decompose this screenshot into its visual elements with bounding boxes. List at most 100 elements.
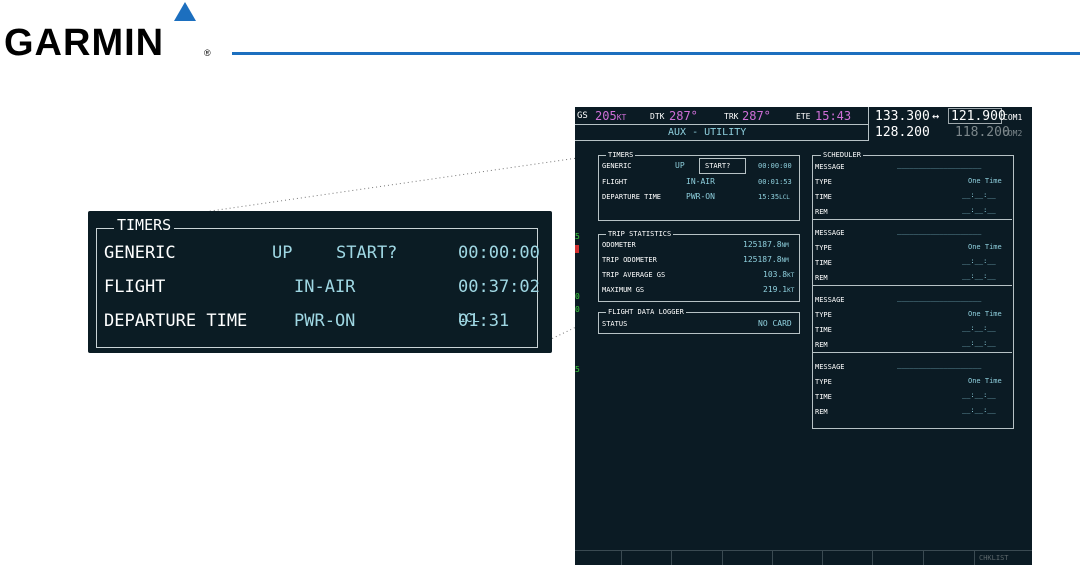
swap-arrow-icon[interactable]: ↔ <box>932 109 939 123</box>
topbar-divider <box>575 124 868 125</box>
com1-active[interactable]: 121.900 <box>951 109 1006 124</box>
sched1-message-value[interactable]: ____________________ <box>897 161 981 169</box>
trip-title: TRIP STATISTICS <box>606 230 674 238</box>
sched3-time-value[interactable]: __:__:__ <box>962 324 996 332</box>
sched2-type-label: TYPE <box>815 244 832 252</box>
softkey-checklist-label: CHKLIST <box>979 554 1009 562</box>
sched2-message-label: MESSAGE <box>815 229 845 237</box>
gs-number: 205 <box>595 109 617 123</box>
trip-trip-odometer-value: 125187.8NM <box>743 255 789 264</box>
trip-trip-odometer-label: TRIP ODOMETER <box>602 256 657 264</box>
start-button-label: START? <box>705 162 731 170</box>
com2-standby[interactable]: 128.200 <box>875 125 930 140</box>
timers-flight-mode[interactable]: IN-AIR <box>686 177 715 186</box>
sched3-type-label: TYPE <box>815 311 832 319</box>
sched3-type-value[interactable]: One Time <box>968 310 1002 318</box>
logger-status-label: STATUS <box>602 320 628 328</box>
sched4-message-value[interactable]: ____________________ <box>897 361 981 369</box>
zoom-departure-unit: LCL <box>458 311 480 325</box>
zoom-flight-value: 00:37:02 <box>458 277 540 297</box>
timers-departure-label: DEPARTURE TIME <box>602 193 662 201</box>
sched4-message-label: MESSAGE <box>815 363 845 371</box>
trip-odometer-value: 125187.8NM <box>743 240 789 249</box>
zoom-generic-mode[interactable]: UP <box>272 243 292 263</box>
softkey-5[interactable] <box>773 551 823 565</box>
map-edge-fragment: 5 <box>575 365 580 374</box>
timers-zoom-inset: TIMERS GENERIC UP START? 00:00:00 FLIGHT… <box>88 211 552 353</box>
com1-label: COM1 <box>1003 113 1023 122</box>
sched2-time-value[interactable]: __:__:__ <box>962 257 996 265</box>
sched2-rem-value: __:__:__ <box>962 272 996 280</box>
softkey-7[interactable] <box>873 551 924 565</box>
timers-generic-label: GENERIC <box>602 162 632 170</box>
zoom-generic-label: GENERIC <box>104 243 176 263</box>
zoom-flight-mode[interactable]: IN-AIR <box>294 277 355 297</box>
zoom-flight-label: FLIGHT <box>104 277 166 297</box>
trip-avg-gs-value: 103.8KT <box>763 270 794 279</box>
scheduler-divider <box>813 219 1012 220</box>
com2-label: COM2 <box>1003 129 1023 138</box>
com1-standby[interactable]: 133.300 <box>875 109 930 124</box>
sched2-rem-label: REM <box>815 274 828 282</box>
timers-flight-value: 00:01:53 <box>758 178 792 186</box>
softkey-1[interactable] <box>575 551 622 565</box>
softkey-3[interactable] <box>672 551 723 565</box>
gs-value: 205KT <box>595 109 626 123</box>
sched4-rem-value: __:__:__ <box>962 406 996 414</box>
sched1-type-value[interactable]: One Time <box>968 177 1002 185</box>
gs-unit: KT <box>616 113 627 122</box>
sched1-message-label: MESSAGE <box>815 163 845 171</box>
sched1-time-value[interactable]: __:__:__ <box>962 191 996 199</box>
zoom-row-generic: GENERIC UP START? 00:00:00 <box>104 243 540 273</box>
sched2-message-value[interactable]: ____________________ <box>897 227 981 235</box>
sched1-rem-label: REM <box>815 208 828 216</box>
sched2-type-value[interactable]: One Time <box>968 243 1002 251</box>
sched1-time-label: TIME <box>815 193 832 201</box>
page-title: AUX - UTILITY <box>668 127 747 138</box>
zoom-departure-mode[interactable]: PWR-ON <box>294 311 355 331</box>
sched3-message-label: MESSAGE <box>815 296 845 304</box>
trip-max-gs-unit: KT <box>787 287 795 294</box>
trip-trip-odometer-unit: NM <box>781 257 789 264</box>
gs-label: GS <box>577 111 588 121</box>
timers-generic-mode[interactable]: UP <box>675 161 685 170</box>
timers-title: TIMERS <box>606 151 636 159</box>
timers-departure-mode[interactable]: PWR-ON <box>686 192 715 201</box>
sched2-time-label: TIME <box>815 259 832 267</box>
softkey-2[interactable] <box>622 551 672 565</box>
trip-max-gs-label: MAXIMUM GS <box>602 286 645 294</box>
ete-value: 15:43 <box>815 109 852 123</box>
softkey-4[interactable] <box>723 551 773 565</box>
zoom-departure-label: DEPARTURE TIME <box>104 311 248 331</box>
timers-departure-value: 15:35LCL <box>758 193 790 201</box>
mfd-screen: GS 205KT DTK 287° TRK 287° ETE 15:43 AUX… <box>575 107 1032 565</box>
trip-avg-gs-unit: KT <box>787 272 795 279</box>
timers-zoom-title: TIMERS <box>114 216 175 234</box>
logger-title: FLIGHT DATA LOGGER <box>606 308 686 316</box>
timers-departure-unit: LCL <box>779 194 790 201</box>
sched4-rem-label: REM <box>815 408 828 416</box>
logger-status-value: NO CARD <box>758 319 792 328</box>
trip-odometer-label: ODOMETER <box>602 241 636 249</box>
zoom-row-flight: FLIGHT IN-AIR 00:37:02 <box>104 277 540 307</box>
trk-label: TRK <box>724 112 739 121</box>
dtk-label: DTK <box>650 112 665 121</box>
trip-odometer-unit: NM <box>781 242 789 249</box>
softkey-6[interactable] <box>823 551 873 565</box>
zoom-generic-action[interactable]: START? <box>336 243 397 263</box>
trip-odometer-number: 125187.8 <box>743 240 782 249</box>
trip-trip-odometer-number: 125187.8 <box>743 255 782 264</box>
sched3-message-value[interactable]: ____________________ <box>897 294 981 302</box>
ete-label: ETE <box>796 112 811 121</box>
sched4-time-value[interactable]: __:__:__ <box>962 391 996 399</box>
com2-active[interactable]: 118.200 <box>955 125 1010 140</box>
softkey-8[interactable] <box>924 551 975 565</box>
title-divider <box>575 140 868 141</box>
scheduler-divider <box>813 352 1012 353</box>
sched4-type-value[interactable]: One Time <box>968 377 1002 385</box>
sched1-type-label: TYPE <box>815 178 832 186</box>
scheduler-title: SCHEDULER <box>821 151 863 159</box>
sched4-time-label: TIME <box>815 393 832 401</box>
sched3-rem-label: REM <box>815 341 828 349</box>
timers-departure-time: 15:35 <box>758 193 780 201</box>
